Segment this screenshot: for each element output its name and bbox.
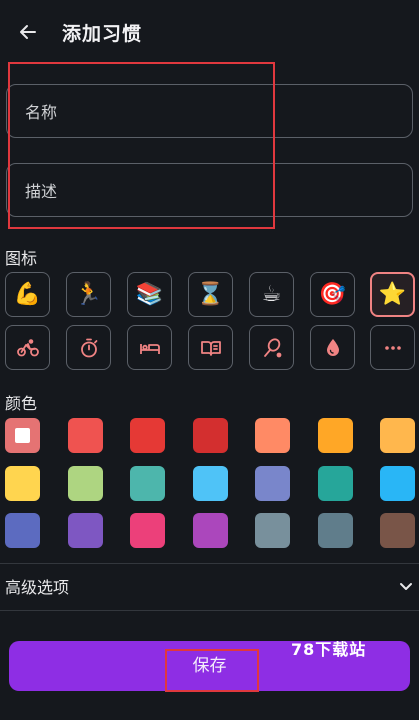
- watermark: 78下载站: [291, 640, 367, 659]
- color-swatch[interactable]: [67, 465, 103, 501]
- description-field[interactable]: [6, 163, 413, 218]
- stopwatch-icon: [80, 338, 97, 357]
- description-input[interactable]: [23, 164, 397, 218]
- more-icon: [384, 345, 401, 350]
- back-arrow-icon[interactable]: [18, 22, 38, 42]
- color-swatch[interactable]: [255, 513, 290, 548]
- selected-indicator: [15, 428, 30, 443]
- app-bar: 添加习惯: [0, 0, 419, 64]
- running-person-icon: 🏃: [74, 282, 103, 307]
- icon-option-target[interactable]: 🎯: [310, 272, 355, 317]
- hot-beverage-icon: ☕: [261, 282, 282, 307]
- icon-option-running-person[interactable]: 🏃: [66, 272, 111, 317]
- icons-section-label: 图标: [5, 249, 38, 268]
- chevron-down-icon[interactable]: [398, 578, 414, 594]
- color-swatch[interactable]: [5, 465, 40, 501]
- divider-top: [0, 563, 419, 564]
- icon-option-open-book[interactable]: [188, 325, 233, 370]
- open-book-icon: [200, 340, 221, 356]
- star-icon: ⭐: [378, 282, 407, 307]
- page-title: 添加习惯: [62, 23, 143, 45]
- color-swatch[interactable]: [317, 465, 353, 501]
- color-swatch[interactable]: [192, 418, 228, 453]
- icon-option-books[interactable]: 📚: [127, 272, 172, 317]
- flexed-biceps-icon: 💪: [13, 282, 42, 307]
- icon-option-more[interactable]: [370, 325, 415, 370]
- color-swatch[interactable]: [130, 465, 165, 501]
- color-swatch[interactable]: [130, 418, 165, 453]
- icon-option-bicycle[interactable]: [5, 325, 50, 370]
- color-swatch[interactable]: [5, 418, 40, 453]
- icon-option-water-drop[interactable]: [310, 325, 355, 370]
- color-swatch[interactable]: [67, 418, 103, 453]
- name-field[interactable]: [6, 84, 413, 139]
- icon-option-bed[interactable]: [127, 325, 172, 370]
- icon-option-star[interactable]: ⭐: [370, 272, 415, 317]
- color-swatch[interactable]: [317, 418, 353, 453]
- icon-option-hot-beverage[interactable]: ☕: [249, 272, 294, 317]
- color-swatch[interactable]: [5, 513, 40, 548]
- hourglass-icon: ⌛: [196, 282, 225, 307]
- color-swatch[interactable]: [380, 513, 415, 548]
- colors-section-label: 颜色: [5, 394, 38, 413]
- divider-bottom: [0, 610, 419, 611]
- color-swatch[interactable]: [130, 513, 165, 548]
- icon-option-stopwatch[interactable]: [66, 325, 111, 370]
- color-swatch[interactable]: [192, 465, 228, 501]
- color-swatch[interactable]: [255, 418, 290, 453]
- icon-option-racket[interactable]: [249, 325, 294, 370]
- color-swatch[interactable]: [192, 513, 228, 548]
- color-swatch[interactable]: [255, 465, 290, 501]
- color-swatch[interactable]: [380, 418, 415, 453]
- icon-option-hourglass[interactable]: ⌛: [188, 272, 233, 317]
- color-swatch[interactable]: [67, 513, 103, 548]
- bed-icon: [139, 343, 160, 354]
- color-swatch[interactable]: [380, 465, 415, 501]
- bicycle-icon: [16, 338, 39, 356]
- target-icon: 🎯: [318, 282, 347, 307]
- advanced-options-label[interactable]: 高级选项: [5, 574, 69, 598]
- icon-option-flexed-biceps[interactable]: 💪: [5, 272, 50, 317]
- racket-icon: [263, 337, 281, 357]
- water-drop-icon: [326, 338, 339, 356]
- name-input[interactable]: [23, 85, 397, 139]
- books-icon: 📚: [135, 282, 164, 307]
- color-swatch[interactable]: [317, 513, 353, 548]
